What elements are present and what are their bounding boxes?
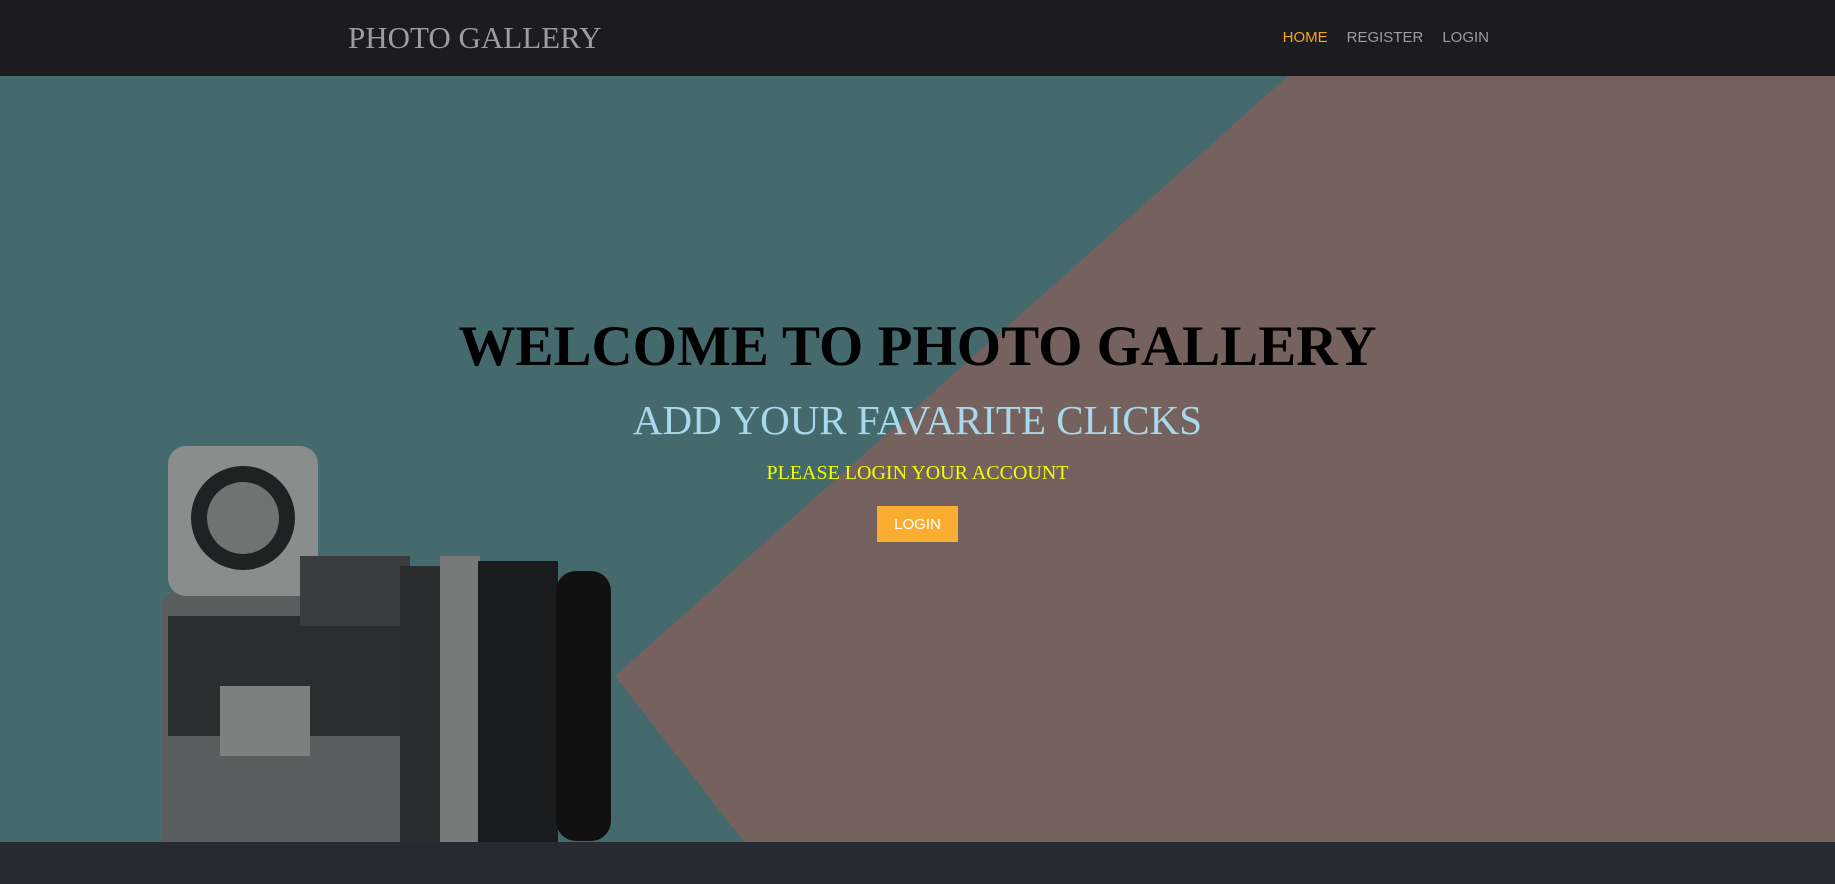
hero-login-button[interactable]: LOGIN	[877, 506, 958, 542]
hero-subtitle: ADD YOUR FAVARITE CLICKS	[632, 397, 1203, 443]
nav-menu: HOME REGISTER LOGIN	[1283, 29, 1489, 46]
nav-register[interactable]: REGISTER	[1347, 29, 1424, 46]
nav-login[interactable]: LOGIN	[1442, 29, 1489, 46]
login-prompt: PLEASE LOGIN YOUR ACCOUNT	[766, 462, 1069, 484]
footer	[0, 842, 1835, 884]
navbar: PHOTO GALLERY HOME REGISTER LOGIN	[0, 0, 1835, 76]
brand-link[interactable]: PHOTO GALLERY	[348, 20, 601, 56]
camera-background-illustration	[0, 76, 1835, 842]
hero-background-image	[0, 76, 1835, 842]
nav-home[interactable]: HOME	[1283, 29, 1328, 46]
hero-title: WELCOME TO PHOTO GALLERY	[458, 315, 1377, 378]
